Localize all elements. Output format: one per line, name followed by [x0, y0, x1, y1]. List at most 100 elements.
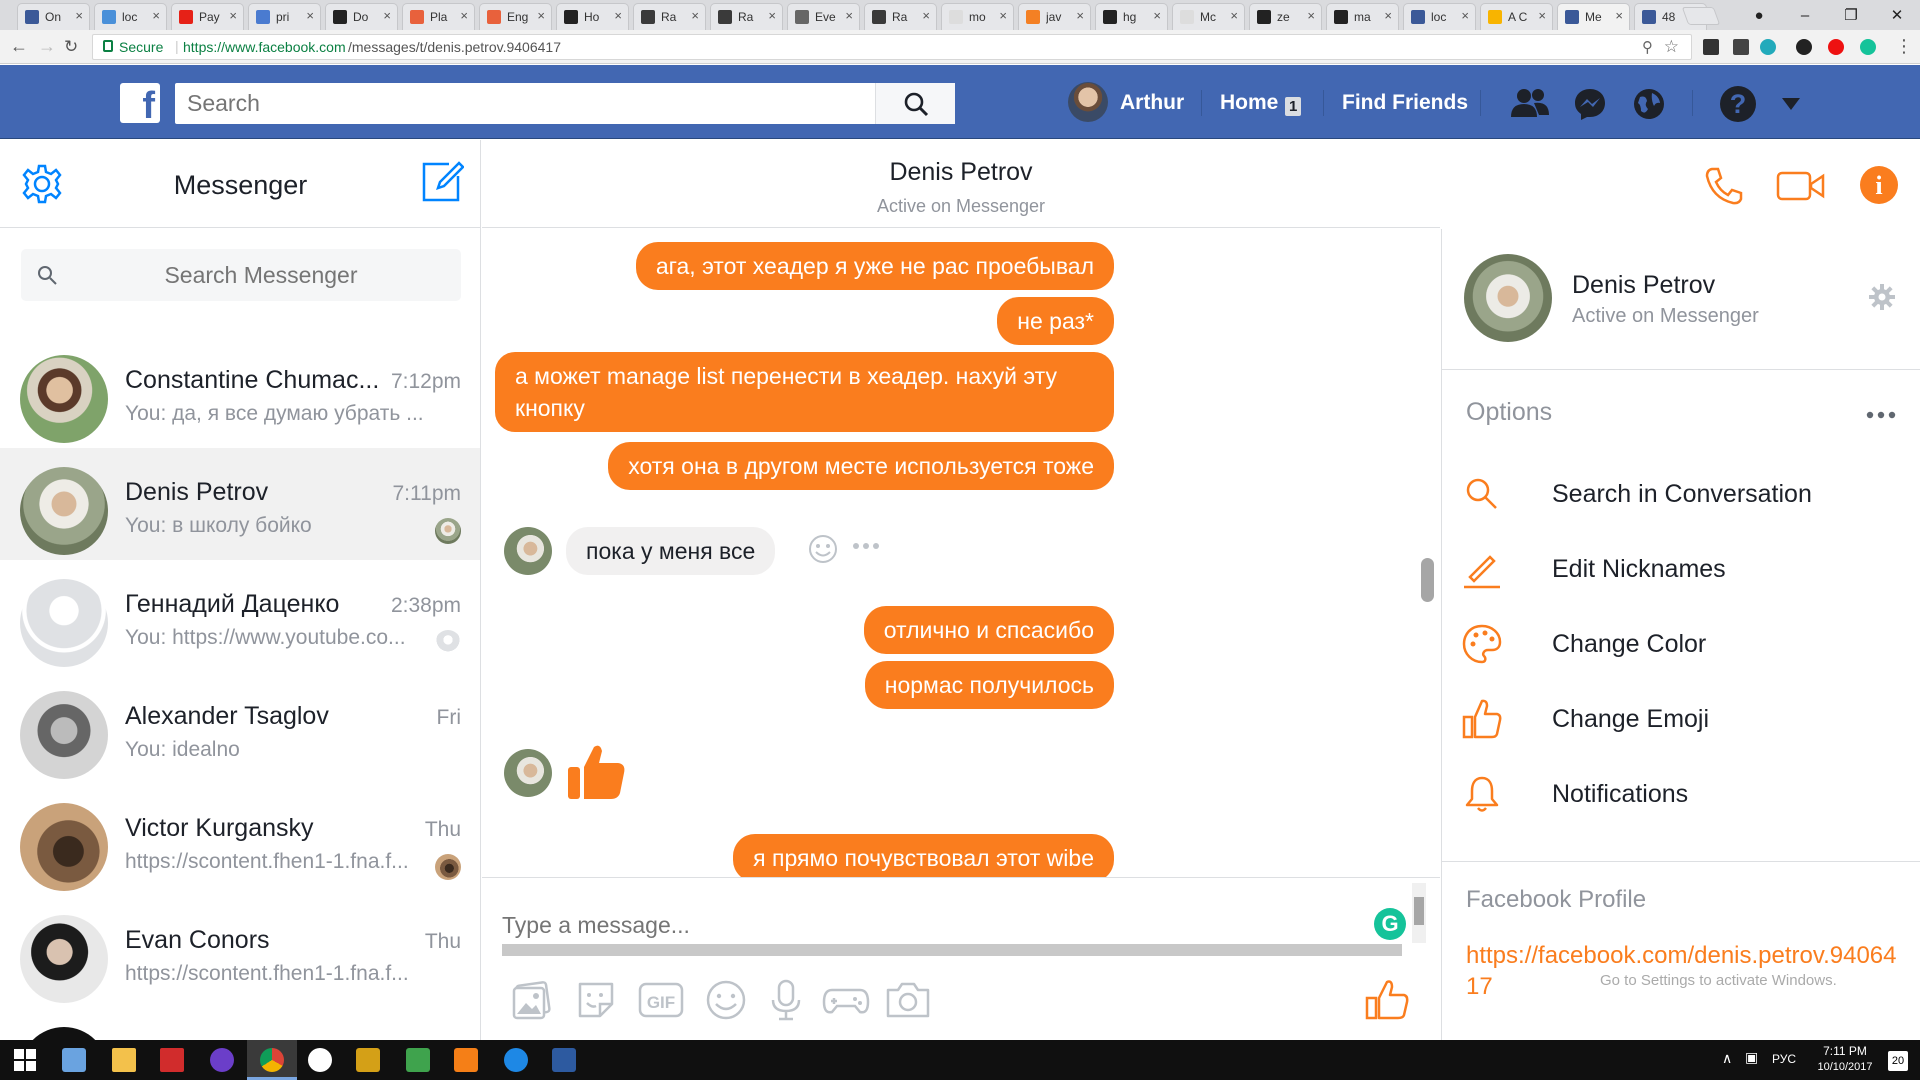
- conversation-item[interactable]: Constantine Chumac... 7:12pm You: да, я вс…: [0, 336, 480, 448]
- clock-time[interactable]: 7:11 PM: [1810, 1044, 1880, 1058]
- file-explorer-icon[interactable]: [112, 1048, 136, 1072]
- tab-close-icon[interactable]: ×: [768, 8, 776, 23]
- tab-close-icon[interactable]: ×: [1230, 8, 1238, 23]
- user-name-link[interactable]: Arthur: [1120, 91, 1184, 115]
- powershell-icon[interactable]: [552, 1048, 576, 1072]
- taskbar-app-icon[interactable]: [406, 1048, 430, 1072]
- more-actions-icon[interactable]: [852, 542, 880, 550]
- facebook-search-input[interactable]: [175, 83, 875, 124]
- react-emoji-icon[interactable]: [808, 534, 838, 564]
- message-outgoing[interactable]: ага, этот хеадер я уже не рас проебывал: [635, 242, 1114, 290]
- more-options-icon[interactable]: [1866, 411, 1896, 419]
- input-language[interactable]: РУС: [1772, 1052, 1796, 1066]
- new-message-icon[interactable]: [418, 158, 464, 204]
- taskbar-app-icon[interactable]: [210, 1048, 234, 1072]
- network-icon[interactable]: ▣: [1745, 1049, 1758, 1066]
- sublime-text-icon[interactable]: [454, 1048, 478, 1072]
- tab-close-icon[interactable]: ×: [460, 8, 468, 23]
- sticker-icon[interactable]: [574, 978, 618, 1022]
- tab-close-icon[interactable]: ×: [1461, 8, 1469, 23]
- bookmark-star-icon[interactable]: ☆: [1664, 37, 1679, 57]
- tab-close-icon[interactable]: ×: [306, 8, 314, 23]
- grammarly-icon[interactable]: G: [1374, 908, 1406, 940]
- option-notifications[interactable]: Notifications: [1462, 766, 1902, 822]
- composer-horizontal-scrollbar[interactable]: [502, 944, 1402, 956]
- tab-close-icon[interactable]: ×: [75, 8, 83, 23]
- profile-icon[interactable]: ●: [1736, 0, 1782, 30]
- new-tab-button[interactable]: [1681, 7, 1721, 25]
- tab-close-icon[interactable]: ×: [999, 8, 1007, 23]
- zoom-icon[interactable]: ⚲: [1642, 38, 1653, 56]
- tab-close-icon[interactable]: ×: [1076, 8, 1084, 23]
- tab-close-icon[interactable]: ×: [1384, 8, 1392, 23]
- facebook-logo[interactable]: f: [120, 83, 160, 123]
- home-link[interactable]: Home: [1220, 91, 1278, 115]
- browser-tab[interactable]: On ×: [17, 3, 90, 30]
- composer-vertical-scrollbar[interactable]: [1412, 883, 1426, 943]
- tab-close-icon[interactable]: ×: [691, 8, 699, 23]
- message-incoming[interactable]: пока у меня все: [566, 527, 776, 575]
- camera-icon[interactable]: [884, 978, 932, 1022]
- browser-tab[interactable]: hg ×: [1095, 3, 1168, 30]
- browser-tab[interactable]: ze ×: [1249, 3, 1322, 30]
- emoji-icon[interactable]: [704, 978, 748, 1022]
- option-edit-nicknames[interactable]: Edit Nicknames: [1462, 541, 1902, 597]
- opera-extension-icon[interactable]: [1828, 39, 1844, 55]
- browser-tab[interactable]: Do ×: [325, 3, 398, 30]
- browser-tab[interactable]: Pay ×: [171, 3, 244, 30]
- tab-close-icon[interactable]: ×: [1615, 8, 1623, 23]
- vivaldi-icon[interactable]: [160, 1048, 184, 1072]
- close-window-button[interactable]: ✕: [1874, 0, 1920, 30]
- conversation-item[interactable]: Evan Conors Thu https://scontent.fhen1-1.f…: [0, 896, 480, 1008]
- back-button[interactable]: ←: [10, 36, 28, 57]
- friend-requests-icon[interactable]: [1510, 87, 1550, 119]
- microphone-icon[interactable]: [764, 978, 808, 1022]
- tray-expand-icon[interactable]: ∧: [1722, 1050, 1732, 1067]
- tab-close-icon[interactable]: ×: [614, 8, 622, 23]
- extension-icon-4[interactable]: [1796, 39, 1812, 55]
- message-outgoing[interactable]: не раз*: [997, 297, 1114, 345]
- facebook-profile-link-cont[interactable]: 17: [1466, 973, 1493, 1001]
- clock-date[interactable]: 10/10/2017: [1810, 1061, 1880, 1073]
- browser-tab[interactable]: loc ×: [94, 3, 167, 30]
- notifications-globe-icon[interactable]: [1632, 87, 1666, 121]
- taskbar-app-icon[interactable]: [504, 1048, 528, 1072]
- browser-tab[interactable]: Eve ×: [787, 3, 860, 30]
- tab-close-icon[interactable]: ×: [1307, 8, 1315, 23]
- minimize-button[interactable]: –: [1782, 0, 1828, 30]
- send-like-icon[interactable]: [1364, 978, 1410, 1022]
- browser-tab[interactable]: loc ×: [1403, 3, 1476, 30]
- conversation-item[interactable]: Victor Kurgansky Thu https://scontent.fhen…: [0, 784, 480, 896]
- add-photo-icon[interactable]: [510, 978, 554, 1022]
- forward-button[interactable]: →: [38, 36, 56, 57]
- taskbar-app-icon[interactable]: [356, 1048, 380, 1072]
- windows-start-icon[interactable]: [14, 1049, 36, 1071]
- tab-close-icon[interactable]: ×: [537, 8, 545, 23]
- facebook-search-button[interactable]: [875, 83, 955, 124]
- browser-tab[interactable]: Eng ×: [479, 3, 552, 30]
- help-icon[interactable]: ?: [1720, 86, 1756, 122]
- chrome-taskbar-active[interactable]: [247, 1040, 297, 1080]
- browser-tab[interactable]: Ra ×: [710, 3, 783, 30]
- option-search-in-conversation[interactable]: Search in Conversation: [1462, 466, 1902, 522]
- browser-tab[interactable]: jav ×: [1018, 3, 1091, 30]
- message-outgoing[interactable]: я прямо почувствовал этот wibe: [733, 834, 1114, 877]
- message-outgoing[interactable]: отлично и спсасибо: [863, 606, 1114, 654]
- message-input[interactable]: [502, 908, 1362, 942]
- option-change-emoji[interactable]: Change Emoji: [1462, 691, 1902, 747]
- tab-close-icon[interactable]: ×: [1153, 8, 1161, 23]
- extension-icon-2[interactable]: [1733, 39, 1749, 55]
- contact-settings-gear-icon[interactable]: [1868, 283, 1896, 311]
- facebook-profile-link[interactable]: https://facebook.com/denis.petrov.94064: [1466, 942, 1897, 970]
- account-menu-icon[interactable]: [1781, 97, 1801, 111]
- conversation-item[interactable]: HURUSep 30: [0, 1008, 480, 1040]
- browser-tab[interactable]: Ho ×: [556, 3, 629, 30]
- browser-tab[interactable]: A C ×: [1480, 3, 1553, 30]
- tab-close-icon[interactable]: ×: [383, 8, 391, 23]
- games-icon[interactable]: [822, 978, 870, 1022]
- conversation-item[interactable]: Denis Petrov 7:11pm You: в школу бойко: [0, 448, 480, 560]
- option-change-color[interactable]: Change Color: [1462, 616, 1902, 672]
- message-outgoing[interactable]: хотя она в другом месте используется тож…: [608, 442, 1114, 490]
- reload-button[interactable]: ↻: [64, 37, 78, 57]
- conversation-item[interactable]: Геннадий Даценко 2:38pm You: https://www.y…: [0, 560, 480, 672]
